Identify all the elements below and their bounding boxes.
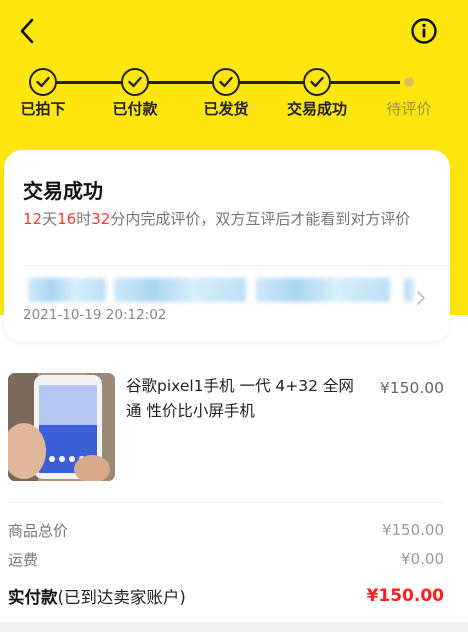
goods-total-label: 商品总价 bbox=[8, 521, 69, 540]
countdown-hour-unit: 时 bbox=[76, 210, 92, 228]
paid-value: ¥150.00 bbox=[366, 586, 444, 606]
step-check-icon bbox=[121, 68, 149, 96]
step-pending-dot bbox=[404, 77, 414, 87]
shipping-row: 运费 ¥0.00 bbox=[8, 547, 444, 571]
step-label-shipped: 已发货 bbox=[203, 100, 249, 118]
step-check-icon bbox=[29, 68, 57, 96]
step-label-to-review: 待评价 bbox=[386, 100, 432, 118]
chevron-left-icon bbox=[20, 18, 34, 44]
back-button[interactable] bbox=[12, 14, 42, 48]
step-check-icon bbox=[212, 68, 240, 96]
product-title[interactable]: 谷歌pixel1手机 一代 4+32 全网通 性价比小屏手机 bbox=[126, 374, 356, 424]
countdown-minute-unit: 分 bbox=[110, 210, 126, 228]
card-divider bbox=[23, 265, 450, 266]
info-button[interactable] bbox=[410, 17, 438, 45]
step-label-completed: 交易成功 bbox=[286, 100, 347, 118]
blurred-text bbox=[28, 278, 106, 302]
review-countdown-text: 12天16时32分内完成评价，双方互评后才能看到对方评价 bbox=[23, 207, 433, 232]
bottom-divider bbox=[0, 622, 468, 632]
order-status-card: 交易成功 12天16时32分内完成评价，双方互评后才能看到对方评价 2021-1… bbox=[4, 150, 450, 342]
shipping-label: 运费 bbox=[8, 550, 39, 569]
countdown-day-unit: 天 bbox=[42, 210, 58, 228]
shipping-value: ¥0.00 bbox=[401, 550, 444, 568]
order-progress: 已拍下 已付款 已发货 交易成功 待评价 bbox=[0, 62, 468, 122]
section-divider bbox=[8, 502, 444, 503]
phone-photo bbox=[8, 373, 115, 481]
blurred-text bbox=[114, 278, 246, 302]
product-image[interactable] bbox=[8, 373, 115, 481]
countdown-hours: 16 bbox=[57, 210, 77, 228]
step-label-paid: 已付款 bbox=[112, 100, 158, 118]
countdown-minutes: 32 bbox=[91, 210, 111, 228]
countdown-days: 12 bbox=[23, 210, 43, 228]
status-title: 交易成功 bbox=[23, 179, 103, 203]
goods-total-row: 商品总价 ¥150.00 bbox=[8, 518, 444, 542]
paid-label: 实付款 bbox=[8, 588, 58, 607]
countdown-message: 内完成评价，双方互评后才能看到对方评价 bbox=[125, 210, 411, 228]
paid-note: (已到达卖家账户) bbox=[57, 588, 186, 607]
product-price: ¥150.00 bbox=[379, 379, 444, 397]
step-check-icon bbox=[303, 68, 331, 96]
status-time: 2021-10-19 20:12:02 bbox=[23, 307, 167, 323]
goods-total-value: ¥150.00 bbox=[381, 521, 444, 539]
blurred-text bbox=[404, 278, 414, 302]
blurred-text bbox=[256, 278, 390, 302]
step-label-ordered: 已拍下 bbox=[20, 100, 66, 118]
info-circle-icon bbox=[411, 18, 437, 44]
paid-amount-row: 实付款(已到达卖家账户) ¥150.00 bbox=[8, 584, 444, 608]
chevron-right-icon bbox=[417, 291, 425, 305]
